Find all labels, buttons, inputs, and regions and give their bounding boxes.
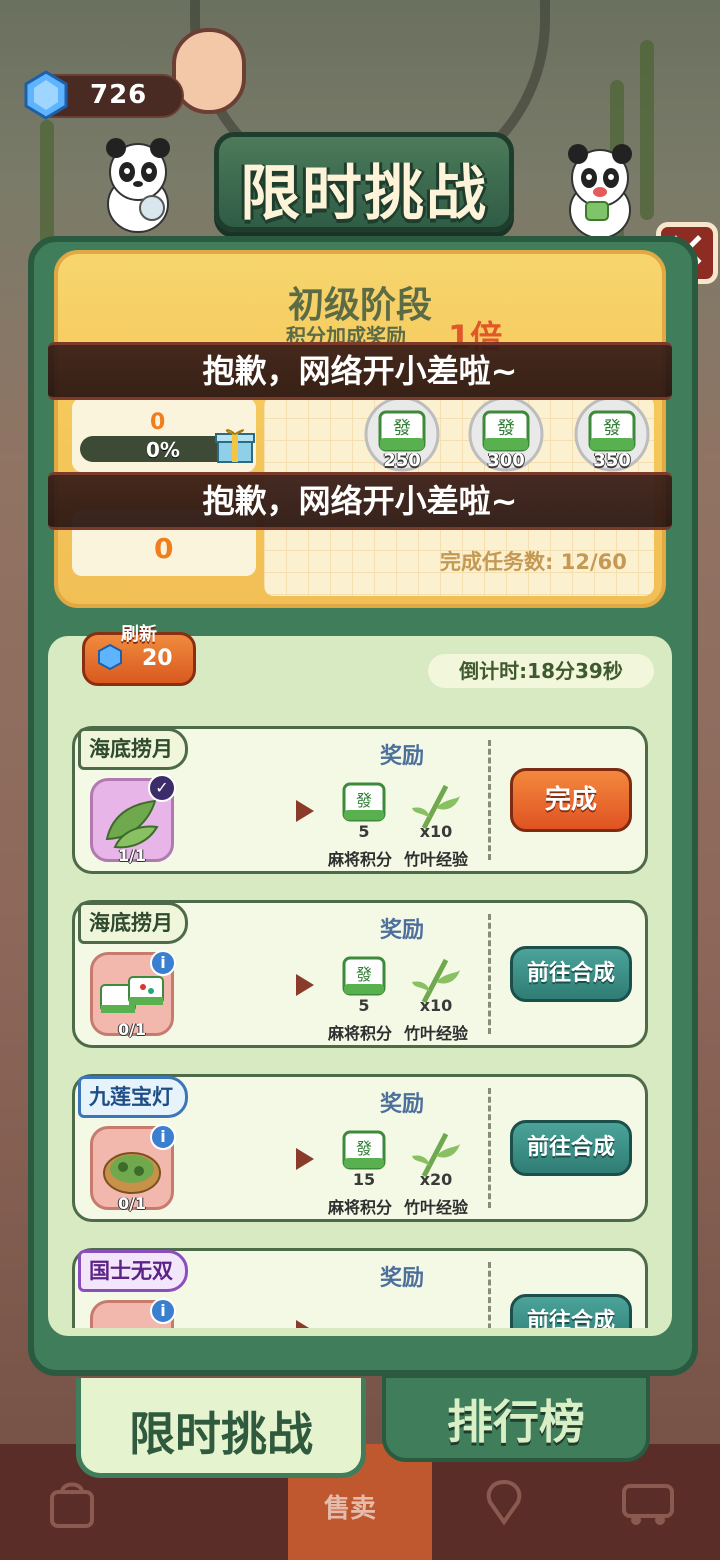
mahjong-reward-name: 麻将积分 <box>328 850 393 869</box>
title-banner: 限时挑战 <box>214 132 514 232</box>
task-tag: 海底捞月 <box>78 902 188 944</box>
map-pin-icon <box>486 1479 522 1526</box>
bamboo-reward-value: x10 <box>419 996 453 1015</box>
complete-button[interactable]: 完成 <box>510 768 632 832</box>
bamboo-reward-name: 竹叶经验 <box>404 1024 469 1043</box>
task-progress: 0/1 <box>117 1194 147 1213</box>
reward-label: 奖励 <box>380 1092 425 1117</box>
go-synthesize-button[interactable]: 前往合成 <box>510 1120 632 1176</box>
task-clip: 国士无双 i 奖励 前往合成 <box>48 1240 672 1328</box>
tab-leaderboard-label: 排行榜 <box>447 1395 585 1449</box>
mahjong-reward-value: 5 <box>358 822 370 841</box>
refresh-cost: 20 <box>142 646 173 671</box>
gem-count: 726 <box>90 80 148 110</box>
info-icon[interactable]: i <box>150 950 176 976</box>
arrow-icon <box>296 974 314 996</box>
tasks-completed-value: 12/60 <box>560 550 627 574</box>
milestone-value: 250 <box>383 450 421 471</box>
bamboo-reward-value: x10 <box>419 822 453 841</box>
task-tag: 九莲宝灯 <box>78 1076 188 1118</box>
arrow-icon <box>296 1320 314 1328</box>
gem-icon <box>98 644 122 670</box>
milestone-value: 350 <box>593 450 631 471</box>
reward-label: 奖励 <box>380 1266 425 1291</box>
svg-text:發: 發 <box>497 418 515 439</box>
gift-icon[interactable] <box>214 424 256 466</box>
go-synthesize-button[interactable]: 前往合成 <box>510 946 632 1002</box>
svg-text:發: 發 <box>356 965 372 984</box>
gem-icon <box>24 70 68 120</box>
mahjong-reward-name: 麻将积分 <box>328 1198 393 1217</box>
page-title: 限时挑战 <box>240 159 488 229</box>
bag-icon <box>50 1482 94 1528</box>
tasks-completed: 完成任务数: 12/60 <box>440 546 627 576</box>
my-score: 0 <box>150 410 166 435</box>
divider <box>488 740 491 860</box>
task-tag: 海底捞月 <box>78 728 188 770</box>
info-icon[interactable]: i <box>150 1298 176 1324</box>
mahjong-reward-value: 5 <box>358 996 370 1015</box>
go-synthesize-button[interactable]: 前往合成 <box>510 1294 632 1328</box>
countdown-timer: 倒计时:18分39秒 <box>428 654 654 688</box>
divider <box>488 1088 491 1208</box>
arrow-icon <box>296 800 314 822</box>
network-error-toast: 抱歉，网络开小差啦~ <box>48 342 672 400</box>
refresh-label: 刷新 <box>121 624 157 645</box>
my-rank: 0 <box>154 532 174 565</box>
panda-right-icon <box>568 144 632 239</box>
divider <box>488 1262 491 1328</box>
task-progress: 1/1 <box>117 846 147 865</box>
check-icon: ✓ <box>148 774 176 802</box>
network-error-toast: 抱歉，网络开小差啦~ <box>48 472 672 530</box>
divider <box>488 914 491 1034</box>
svg-text:發: 發 <box>356 791 372 810</box>
task-tag: 国士无双 <box>78 1250 188 1292</box>
svg-text:發: 發 <box>603 418 621 439</box>
tasks-completed-label: 完成任务数: <box>440 550 554 574</box>
bamboo-reward-name: 竹叶经验 <box>404 1198 469 1217</box>
panda-left-icon <box>106 138 170 233</box>
reward-label: 奖励 <box>380 744 425 769</box>
mahjong-reward-name: 麻将积分 <box>328 1024 393 1043</box>
tab-limited-challenge-label: 限时挑战 <box>129 1407 313 1461</box>
score-progress-text: 0% <box>146 438 180 462</box>
nav-sell-label: 售卖 <box>324 1494 377 1524</box>
bamboo-reward-name: 竹叶经验 <box>404 850 469 869</box>
reward-label: 奖励 <box>380 918 425 943</box>
info-icon[interactable]: i <box>150 1124 176 1150</box>
milestone-value: 300 <box>487 450 525 471</box>
bamboo-reward-value: x20 <box>419 1170 453 1189</box>
bus-icon <box>622 1484 674 1525</box>
svg-text:發: 發 <box>356 1139 372 1158</box>
svg-text:發: 發 <box>393 418 411 439</box>
mahjong-reward-value: 15 <box>352 1170 376 1189</box>
task-progress: 0/1 <box>117 1020 147 1039</box>
arrow-icon <box>296 1148 314 1170</box>
